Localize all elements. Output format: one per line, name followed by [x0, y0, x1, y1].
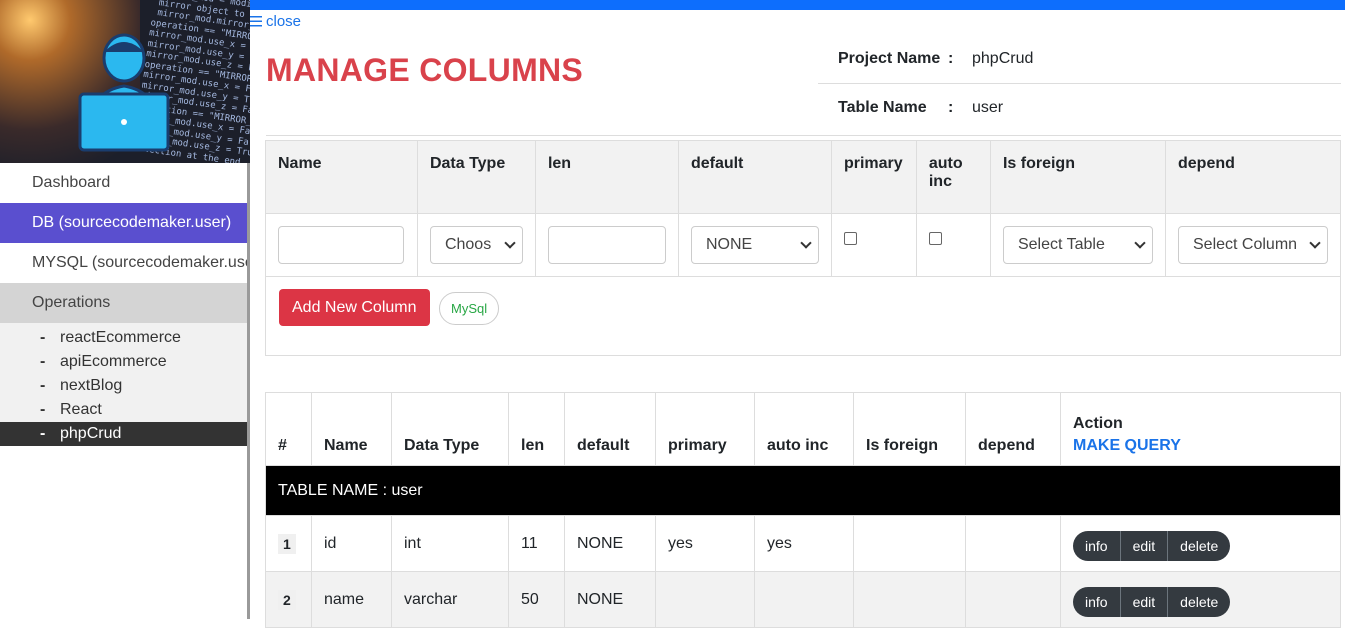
auto-inc-checkbox[interactable] — [928, 232, 942, 245]
cell-foreign — [853, 571, 966, 628]
row-actions: info edit delete — [1073, 586, 1231, 617]
delete-button[interactable]: delete — [1167, 586, 1230, 617]
form-header: Name — [265, 140, 418, 214]
chevron-down-icon — [1309, 236, 1321, 249]
table-header: primary — [655, 392, 755, 466]
chevron-down-icon — [800, 236, 812, 249]
sidebar-hero-image: mirror_mod = modifier mirror object to m… — [0, 0, 250, 163]
info-button[interactable]: info — [1073, 587, 1120, 617]
columns-table: # Name Data Type len default primary aut… — [265, 392, 1341, 628]
cell-depend — [965, 515, 1061, 572]
edit-button[interactable]: edit — [1119, 530, 1168, 561]
sidebar-item-operations[interactable]: Operations — [0, 283, 247, 323]
depend-column-select[interactable]: Select Column — [1178, 226, 1328, 264]
form-header: Data Type — [416, 140, 536, 214]
cell-primary — [655, 571, 755, 628]
project-item[interactable]: - reactEcommerce — [0, 326, 247, 350]
project-item[interactable]: - React — [0, 398, 247, 422]
project-name-value: phpCrud — [972, 50, 1034, 67]
table-header: Data Type — [391, 392, 509, 466]
form-header: depend — [1165, 140, 1341, 214]
hamburger-icon — [250, 16, 262, 27]
info-button[interactable]: info — [1073, 531, 1120, 561]
project-info: Project Name : phpCrud Table Name : user — [818, 40, 1341, 127]
sidebar-item-mysql[interactable]: MYSQL (sourcecodemaker.user) — [0, 243, 247, 283]
add-new-column-button[interactable]: Add New Column — [279, 289, 430, 326]
cell-foreign — [853, 515, 966, 572]
cell-name: id — [311, 515, 392, 572]
table-name-label: Table Name — [838, 99, 927, 116]
primary-checkbox[interactable] — [843, 232, 857, 245]
project-item-active[interactable]: - phpCrud — [0, 422, 247, 446]
table-header: Name — [311, 392, 392, 466]
form-header: len — [534, 140, 679, 214]
form-header: Is foreign — [989, 140, 1167, 214]
form-header: default — [677, 140, 832, 214]
table-header: # — [265, 392, 312, 466]
chevron-down-icon — [1134, 236, 1146, 249]
cell-auto-inc: yes — [754, 515, 854, 572]
edit-button[interactable]: edit — [1119, 586, 1168, 617]
cell-default: NONE — [564, 515, 656, 572]
cell-primary: yes — [655, 515, 755, 572]
row-number: 2 — [278, 589, 296, 610]
sidebar: mirror_mod = modifier mirror object to m… — [0, 0, 250, 619]
table-name-row: TABLE NAME : user — [265, 465, 1341, 516]
cell-type: varchar — [391, 571, 509, 628]
row-actions: info edit delete — [1073, 530, 1231, 561]
sidebar-item-db[interactable]: DB (sourcecodemaker.user) — [0, 203, 247, 243]
coder-avatar-icon — [78, 33, 170, 152]
form-actions: Add New Column MySql — [265, 276, 1341, 356]
cell-default: NONE — [564, 571, 656, 628]
length-input[interactable] — [547, 226, 666, 264]
cell-len: 11 — [508, 515, 565, 572]
project-list: - reactEcommerce - apiEcommerce - nextBlog … — [0, 323, 247, 446]
project-item[interactable]: - nextBlog — [0, 374, 247, 398]
table-header: len — [508, 392, 565, 466]
data-type-select[interactable]: Choos — [429, 226, 523, 264]
column-name-input[interactable] — [278, 226, 404, 264]
action-header: Action MAKE QUERY — [1060, 392, 1341, 466]
chevron-down-icon — [504, 236, 516, 249]
table-row: 2 name varchar 50 NONE info edit delete — [265, 571, 1341, 628]
top-accent-bar — [250, 0, 1345, 10]
delete-button[interactable]: delete — [1167, 530, 1230, 561]
close-sidebar-link[interactable]: close — [250, 13, 301, 30]
make-query-link[interactable]: MAKE QUERY — [1073, 437, 1328, 455]
project-name-label: Project Name — [838, 50, 941, 67]
foreign-table-select[interactable]: Select Table — [1002, 226, 1153, 264]
project-item[interactable]: - apiEcommerce — [0, 350, 247, 374]
cell-auto-inc — [754, 571, 854, 628]
table-name-value: user — [972, 99, 1004, 116]
table-row: 1 id int 11 NONE yes yes info edit delet… — [265, 515, 1341, 572]
default-select[interactable]: NONE — [690, 226, 819, 264]
table-header: Is foreign — [853, 392, 966, 466]
table-header: auto inc — [754, 392, 854, 466]
form-header: primary — [830, 140, 917, 214]
form-header: auto inc — [915, 140, 991, 214]
table-header: default — [564, 392, 656, 466]
cell-len: 50 — [508, 571, 565, 628]
table-header: depend — [965, 392, 1061, 466]
mysql-button[interactable]: MySql — [439, 292, 500, 325]
cell-depend — [965, 571, 1061, 628]
add-column-form: Name Data Type len default primary auto … — [265, 140, 1341, 277]
row-number: 1 — [278, 533, 296, 554]
page-title: MANAGE COLUMNS — [266, 52, 584, 88]
cell-type: int — [391, 515, 509, 572]
sidebar-item-dashboard[interactable]: Dashboard — [0, 163, 247, 203]
cell-name: name — [311, 571, 392, 628]
